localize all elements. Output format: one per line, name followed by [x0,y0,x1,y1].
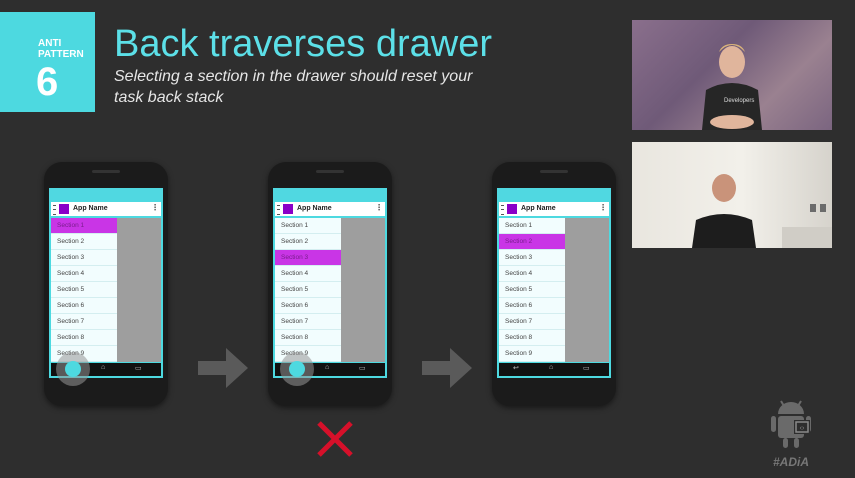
drawer-item[interactable]: Section 4 [275,266,341,282]
drawer-item[interactable]: Section 1 [51,218,117,234]
system-nav-bar: ↩ ⌂ ▭ [499,363,609,376]
arrow-right-icon [198,348,248,388]
phone-speaker [92,170,120,173]
drawer-item[interactable]: Section 7 [499,314,565,330]
drawer-item[interactable]: Section 8 [275,330,341,346]
drawer-item[interactable]: Section 3 [51,250,117,266]
hamburger-icon[interactable] [277,205,280,215]
touch-indicator [280,352,314,386]
x-mark-icon [317,421,353,457]
badge-label: ANTI PATTERN [38,38,84,60]
drawer-item[interactable]: Section 8 [51,330,117,346]
badge-line-2: PATTERN [38,49,84,60]
drawer-item[interactable]: Section 1 [275,218,341,234]
drawer-item[interactable]: Section 3 [275,250,341,266]
home-icon[interactable]: ⌂ [549,364,553,371]
speaker-2-figure [692,174,832,248]
app-icon [283,204,293,214]
action-bar: App Name ⋮ [499,202,609,216]
recents-icon[interactable]: ▭ [359,364,366,372]
back-icon[interactable]: ↩ [513,364,519,372]
home-icon[interactable]: ⌂ [101,364,105,371]
drawer-item[interactable]: Section 2 [51,234,117,250]
drawer-item[interactable]: Section 7 [275,314,341,330]
touch-indicator [56,352,90,386]
phone-speaker [316,170,344,173]
phone-mockup-1: App Name ⋮ Section 1 Section 2 Section 3… [44,162,168,406]
svg-text:‹›: ‹› [800,425,805,432]
drawer-item[interactable]: Section 2 [499,234,565,250]
drawer-item[interactable]: Section 8 [499,330,565,346]
recents-icon[interactable]: ▭ [583,364,590,372]
speaker-1-figure: Developers [702,44,762,130]
drawer-item[interactable]: Section 5 [275,282,341,298]
shirt-text: Developers [724,98,754,104]
drawer-item[interactable]: Section 1 [499,218,565,234]
drawer-item[interactable]: Section 3 [499,250,565,266]
app-icon [59,204,69,214]
speaker-video-1: Developers [632,20,832,130]
recents-icon[interactable]: ▭ [135,364,142,372]
speaker-video-2 [632,142,832,248]
status-bar [273,188,387,200]
hashtag: #ADiA [773,455,810,469]
app-name: App Name [297,205,332,212]
phone-speaker [540,170,568,173]
phone-mockup-2: App Name ⋮ Section 1 Section 2 Section 3… [268,162,392,406]
status-bar [49,188,163,200]
action-bar: App Name ⋮ [275,202,385,216]
arrow-right-icon [422,348,472,388]
drawer-item[interactable]: Section 2 [275,234,341,250]
phone-screen: App Name ⋮ Section 1 Section 2 Section 3… [273,188,387,378]
overflow-menu-icon[interactable]: ⋮ [151,203,159,212]
drawer-item[interactable]: Section 6 [51,298,117,314]
overflow-menu-icon[interactable]: ⋮ [375,203,383,212]
home-icon[interactable]: ⌂ [325,364,329,371]
drawer-item[interactable]: Section 6 [499,298,565,314]
navigation-drawer: Section 1 Section 2 Section 3 Section 4 … [275,218,341,362]
action-bar: App Name ⋮ [51,202,161,216]
drawer-item[interactable]: Section 7 [51,314,117,330]
badge-line-1: ANTI [38,38,62,49]
drawer-item[interactable]: Section 4 [51,266,117,282]
phone-mockup-3: App Name ⋮ Section 1 Section 2 Section 3… [492,162,616,406]
badge-number: 6 [36,60,59,104]
slide-subtitle: Selecting a section in the drawer should… [114,68,473,106]
navigation-drawer: Section 1 Section 2 Section 3 Section 4 … [499,218,565,362]
slide-title: Back traverses drawer [114,23,493,65]
app-icon [507,204,517,214]
drawer-item[interactable]: Section 5 [51,282,117,298]
hamburger-icon[interactable] [501,205,504,215]
app-name: App Name [73,205,108,212]
drawer-item[interactable]: Section 4 [499,266,565,282]
drawer-item[interactable]: Section 9 [499,346,565,362]
drawer-item[interactable]: Section 5 [499,282,565,298]
phone-screen: App Name ⋮ Section 1 Section 2 Section 3… [497,188,611,378]
overflow-menu-icon[interactable]: ⋮ [599,203,607,212]
drawer-item[interactable]: Section 6 [275,298,341,314]
status-bar [497,188,611,200]
app-name: App Name [521,205,556,212]
anti-pattern-badge: ANTI PATTERN 6 [0,12,95,112]
android-logo-icon: ‹› [771,400,811,448]
navigation-drawer: Section 1 Section 2 Section 3 Section 4 … [51,218,117,362]
phone-screen: App Name ⋮ Section 1 Section 2 Section 3… [49,188,163,378]
hamburger-icon[interactable] [53,205,56,215]
